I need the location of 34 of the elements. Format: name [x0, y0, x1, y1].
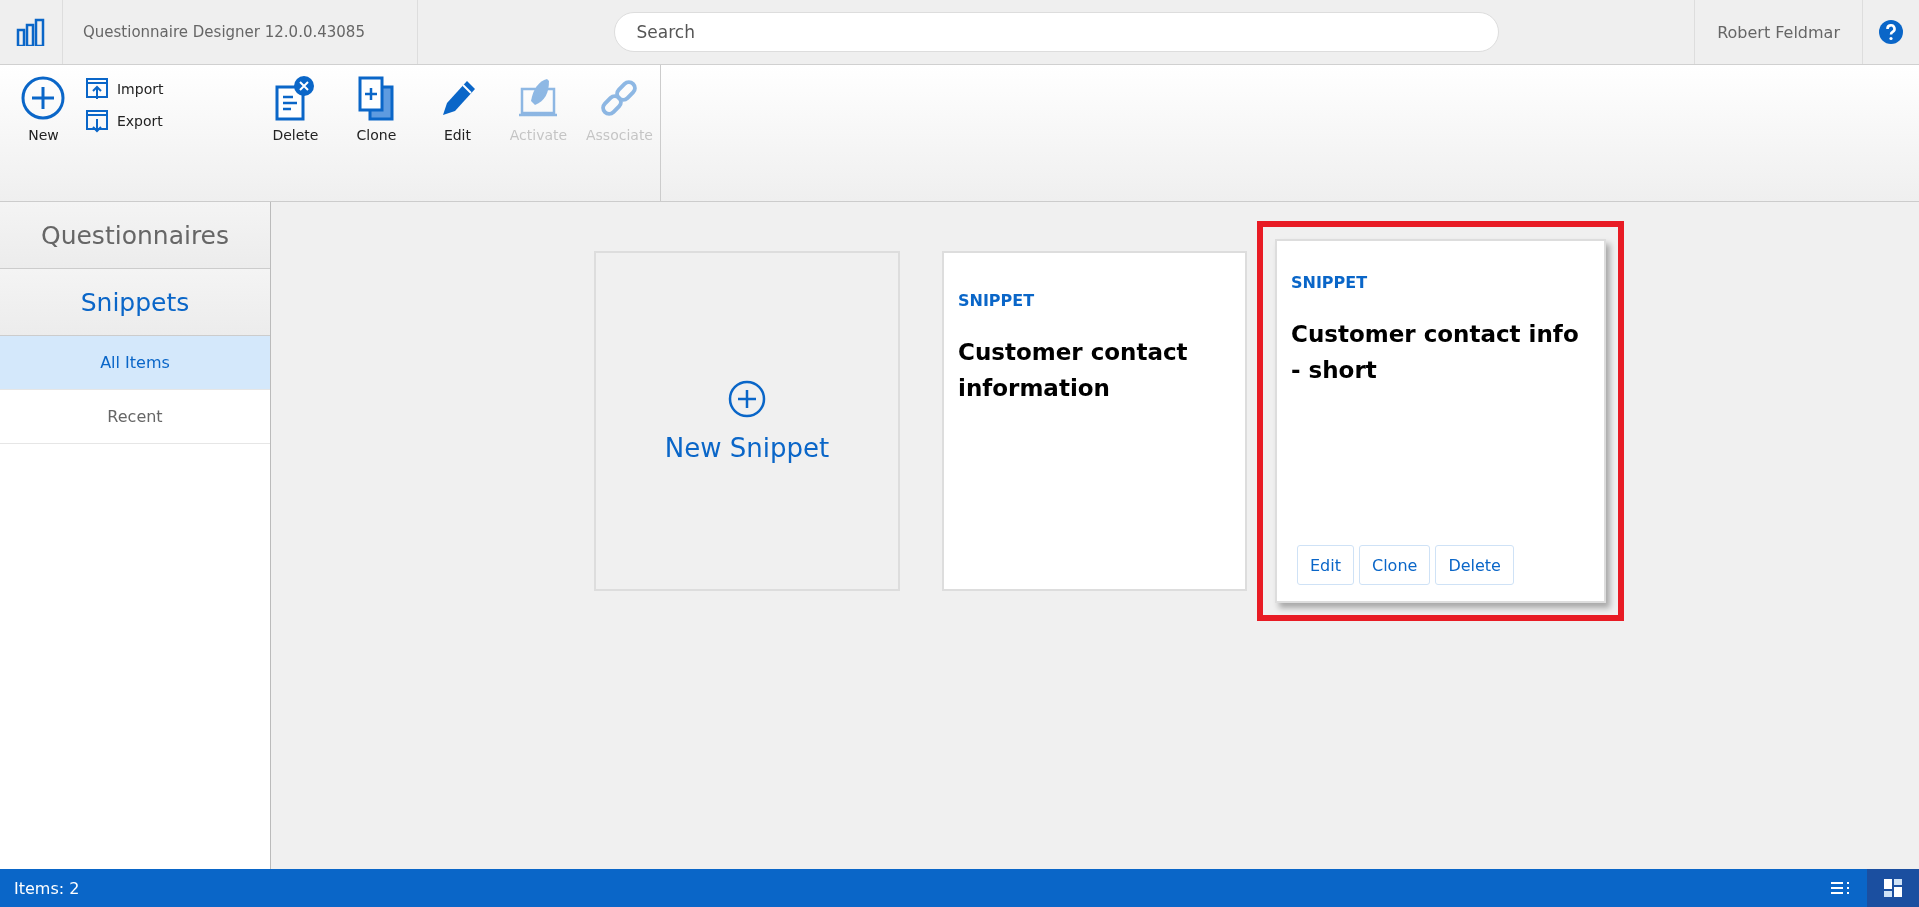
- clone-button[interactable]: Clone: [335, 75, 417, 143]
- snippet-card[interactable]: SNIPPET Customer contact information: [942, 251, 1247, 591]
- clone-icon: [356, 75, 397, 121]
- card-action-button[interactable]: Clone: [1359, 545, 1431, 585]
- new-button[interactable]: New: [2, 75, 85, 143]
- plus-circle-icon: [20, 75, 67, 121]
- search-field[interactable]: Search: [613, 12, 1499, 52]
- import-icon: [85, 77, 109, 101]
- sidebar-section-tab[interactable]: Snippets: [0, 269, 270, 336]
- user-name: Robert Feldmar: [1694, 0, 1863, 64]
- help-icon[interactable]: [1879, 20, 1903, 44]
- snippet-card[interactable]: SNIPPET Customer contact info - short Edit Clone Delete: [1275, 239, 1606, 603]
- card-title: Customer contact information: [958, 338, 1189, 403]
- new-snippet-card[interactable]: New Snippet: [594, 251, 900, 591]
- edit-button[interactable]: Edit: [416, 75, 498, 143]
- tiles-view-button[interactable]: [1867, 869, 1919, 907]
- tiles-view-icon: [1884, 879, 1902, 897]
- plus-circle-icon: [727, 379, 767, 419]
- export-icon: [85, 109, 109, 133]
- card-type-label: SNIPPET: [958, 291, 1036, 310]
- list-view-icon: [1831, 881, 1851, 895]
- status-text: Items: 2: [13, 878, 81, 898]
- document-delete-icon: [274, 75, 317, 121]
- card-action-button[interactable]: Edit: [1297, 545, 1354, 585]
- app-title: Questionnaire Designer 12.0.0.43085: [63, 0, 418, 64]
- import-button[interactable]: Import: [85, 77, 255, 101]
- sidebar-section-tab[interactable]: Questionnaires: [0, 202, 270, 269]
- sidebar-item[interactable]: All Items: [0, 336, 270, 390]
- bar-chart-logo-icon: [16, 18, 46, 46]
- export-button[interactable]: Export: [85, 109, 255, 133]
- card-type-label: SNIPPET: [1291, 273, 1369, 292]
- card-title: Customer contact info - short: [1291, 320, 1580, 385]
- delete-button[interactable]: Delete: [254, 75, 336, 143]
- card-action-button[interactable]: Delete: [1435, 545, 1514, 585]
